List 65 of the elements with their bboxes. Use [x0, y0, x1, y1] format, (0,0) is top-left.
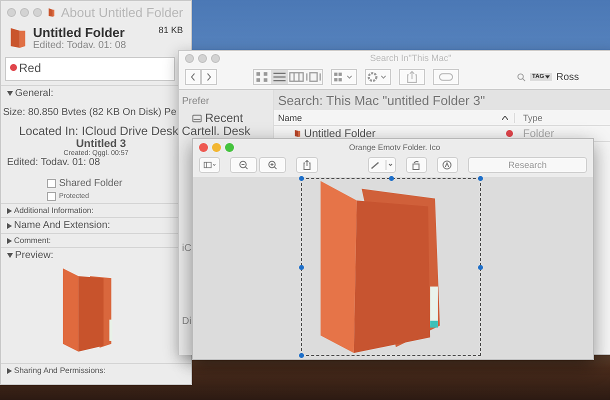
size-text: Size: 80.850 Bvtes (82 KB On Disk) Pe [3, 107, 176, 118]
zoom-button[interactable] [33, 8, 42, 16]
caret-icon [545, 75, 550, 79]
back-button[interactable] [185, 69, 201, 85]
edited-date: Edited: Todav. 01: 08 [33, 40, 128, 51]
zoom-out-button[interactable] [230, 157, 258, 173]
table-cell-text: Folder [522, 128, 554, 140]
sidebar-item[interactable]: Recent [190, 111, 270, 125]
folder-icon [294, 129, 301, 138]
file-row-name[interactable]: Untitled Folder [274, 128, 506, 140]
close-button[interactable] [185, 54, 194, 62]
search-field[interactable]: Research [468, 157, 587, 173]
share-icon[interactable] [399, 69, 425, 85]
list-view-icon[interactable] [271, 70, 288, 84]
close-button[interactable] [7, 8, 16, 16]
section-header[interactable]: Comment: [7, 236, 51, 245]
rotate-button[interactable] [406, 157, 427, 173]
pen-icon [368, 160, 394, 170]
sidebar-header: iC [182, 243, 192, 254]
annotate-button[interactable] [436, 157, 458, 173]
section-header[interactable]: Sharing And Permissions: [7, 366, 106, 375]
minimize-button[interactable] [212, 142, 221, 152]
zoom-in-button[interactable] [259, 157, 286, 173]
close-button[interactable] [199, 142, 208, 152]
chevron-right-icon [205, 72, 213, 82]
column-view-icon[interactable] [288, 70, 305, 84]
arrange-icon[interactable] [331, 69, 357, 85]
window-title: Search In"This Mac" [370, 53, 452, 63]
gear-icon[interactable] [365, 69, 391, 85]
clock-icon [192, 114, 202, 122]
share-button[interactable] [296, 157, 318, 173]
folder-icon [48, 6, 55, 18]
file-name: Untitled Folder [33, 25, 125, 40]
file-size: 81 KB [158, 25, 183, 37]
column-header[interactable]: Type [514, 112, 543, 122]
checkbox[interactable] [47, 192, 56, 201]
section-header[interactable]: Preview: [7, 250, 54, 261]
markup-button[interactable] [368, 157, 396, 173]
circled-letter-icon [440, 160, 454, 170]
chevron-left-icon [189, 72, 197, 82]
folder-icon [9, 26, 27, 50]
location-text: Located In: ICloud Drive Desk Cartell. Desk [19, 124, 250, 138]
column-header[interactable]: Name [274, 112, 514, 122]
forward-button[interactable] [201, 69, 217, 85]
sidebar-toggle-button[interactable] [199, 157, 220, 173]
checkbox[interactable] [47, 179, 56, 188]
folder-name: Untitled 3 [76, 138, 128, 150]
tag-field[interactable]: Red [5, 57, 175, 81]
section-header[interactable]: Name And Extension: [7, 220, 110, 231]
minimize-button[interactable] [20, 8, 29, 16]
zoom-button[interactable] [211, 54, 220, 62]
gallery-view-icon[interactable] [305, 70, 322, 84]
search-icon [517, 72, 526, 82]
minimize-button[interactable] [198, 54, 207, 62]
window-title: Orange Emotv Folder. Ico [349, 142, 440, 152]
search-scope-text: Search: This Mac "untitled Folder 3" [278, 92, 485, 108]
sidebar-header: Di [182, 316, 192, 327]
sidebar-header: Prefer [182, 96, 210, 107]
section-header[interactable]: General: [7, 88, 54, 99]
zoom-button[interactable] [225, 142, 234, 152]
section-header[interactable]: Additional Information: [7, 206, 94, 215]
sidebar-icon [202, 160, 217, 170]
checkbox-label: Shared Folder [59, 178, 122, 189]
tag-icon[interactable] [433, 69, 459, 85]
edited-date: Edited: Todav. 01: 08 [7, 157, 102, 168]
